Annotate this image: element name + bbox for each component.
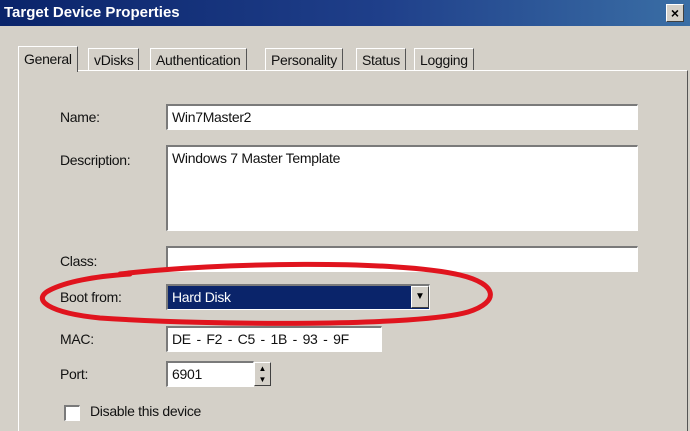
- description-label: Description:: [60, 152, 131, 168]
- tab-logging[interactable]: Logging: [414, 48, 474, 70]
- chevron-down-icon[interactable]: ▼: [411, 286, 429, 308]
- port-label: Port:: [60, 366, 89, 382]
- description-field[interactable]: Windows 7 Master Template: [166, 145, 638, 231]
- tab-general[interactable]: General: [18, 46, 78, 72]
- boot-from-select[interactable]: Hard Disk: [166, 284, 430, 310]
- port-field[interactable]: 6901: [166, 361, 254, 387]
- class-label: Class:: [60, 253, 98, 269]
- close-icon[interactable]: ×: [666, 4, 684, 22]
- port-stepper[interactable]: ▲ ▼: [254, 362, 271, 386]
- class-field[interactable]: [166, 246, 638, 272]
- boot-from-label: Boot from:: [60, 289, 122, 305]
- spin-down-icon[interactable]: ▼: [255, 374, 270, 385]
- tab-personality[interactable]: Personality: [265, 48, 343, 70]
- window-title: Target Device Properties: [4, 4, 180, 21]
- mac-label: MAC:: [60, 331, 94, 347]
- disable-device-label: Disable this device: [90, 403, 202, 419]
- mac-field[interactable]: DE - F2 - C5 - 1B - 93 - 9F: [166, 326, 382, 352]
- disable-device-checkbox[interactable]: [64, 405, 80, 421]
- spin-up-icon[interactable]: ▲: [255, 363, 270, 374]
- name-field[interactable]: Win7Master2: [166, 104, 638, 130]
- title-bar: Target Device Properties ×: [0, 0, 690, 26]
- tab-status[interactable]: Status: [356, 48, 406, 70]
- name-label: Name:: [60, 109, 100, 125]
- tab-authentication[interactable]: Authentication: [150, 48, 247, 70]
- tab-vdisks[interactable]: vDisks: [88, 48, 140, 70]
